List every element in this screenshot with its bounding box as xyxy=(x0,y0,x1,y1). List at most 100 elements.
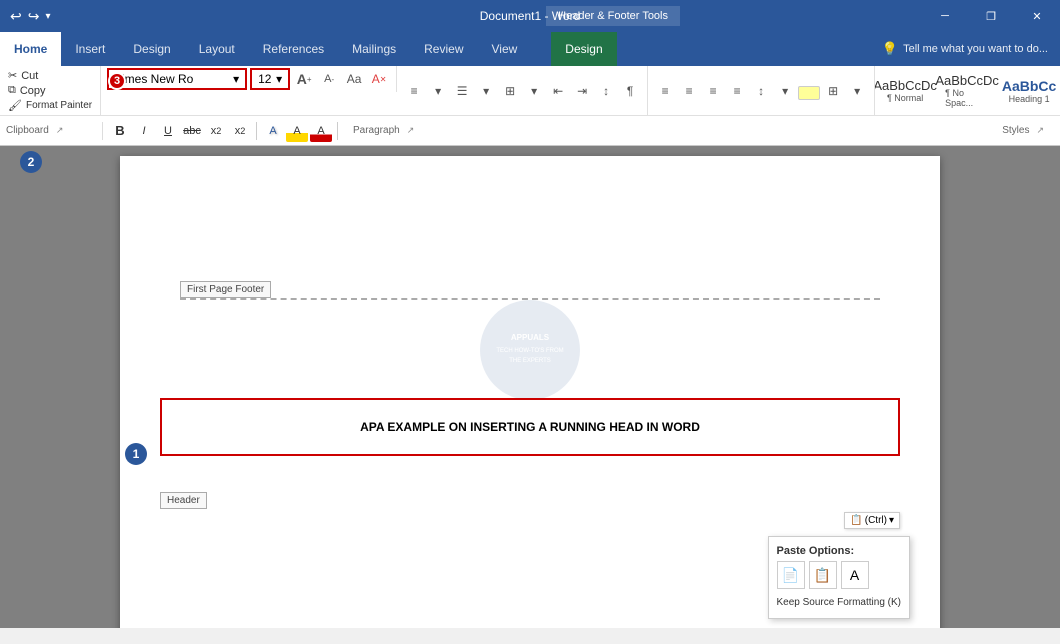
header-highlight-box[interactable]: APA EXAMPLE ON INSERTING A RUNNING HEAD … xyxy=(160,398,900,456)
keep-source-formatting-icon-btn[interactable]: 📄 xyxy=(777,561,805,589)
font-shrink-button[interactable]: A- xyxy=(318,68,340,90)
undo-icon[interactable]: ↩ xyxy=(10,8,22,25)
underline-button[interactable]: U xyxy=(157,120,179,142)
font-size-arrow[interactable]: ▾ xyxy=(276,72,282,86)
subscript-button[interactable]: x2 xyxy=(205,120,227,142)
tab-layout[interactable]: Layout xyxy=(185,32,249,66)
font-grow-button[interactable]: A+ xyxy=(293,68,315,90)
page-body-top xyxy=(180,196,880,256)
tab-design[interactable]: Design xyxy=(119,32,184,66)
merge-formatting-icon-btn[interactable]: 📋 xyxy=(809,561,837,589)
header-section: 1 APA EXAMPLE ON INSERTING A RUNNING HEA… xyxy=(160,398,900,509)
font-dropdown-arrow[interactable]: ▾ xyxy=(233,72,239,86)
strikethrough-button[interactable]: abc xyxy=(181,120,203,142)
header-footer-tools-label: Header & Footer Tools xyxy=(546,6,680,26)
clipboard-expand-icon[interactable]: ↗ xyxy=(56,125,64,136)
style-normal[interactable]: AaBbCcDc ¶ Normal xyxy=(875,76,935,105)
shading-button[interactable] xyxy=(798,86,820,100)
tab-design-contextual[interactable]: Design xyxy=(551,32,616,66)
clear-formatting-button[interactable]: A✕ xyxy=(368,68,390,90)
redo-icon[interactable]: ↪ xyxy=(28,8,40,25)
paste-options-label: Paste Options: xyxy=(777,545,902,557)
text-effects-button[interactable]: A xyxy=(262,120,284,142)
decrease-indent-button[interactable]: ⇤ xyxy=(547,80,569,102)
tab-review[interactable]: Review xyxy=(410,32,477,66)
bullets-button[interactable]: ≡ xyxy=(403,80,425,102)
tell-me-bar[interactable]: 💡 Tell me what you want to do... xyxy=(870,32,1060,66)
footer-area[interactable]: APPUALS TECH HOW-TO'S FROM THE EXPERTS xyxy=(180,298,880,378)
document-page: First Page Footer APPUALS TECH HOW-TO'S … xyxy=(120,156,940,628)
format-painter-button[interactable]: 🖌 Format Painter xyxy=(6,98,94,113)
keep-text-only-icon-btn[interactable]: A xyxy=(841,561,869,589)
line-spacing-button[interactable]: ↕ xyxy=(750,80,772,102)
superscript-button[interactable]: x2 xyxy=(229,120,251,142)
tab-references[interactable]: References xyxy=(249,32,338,66)
bold-button[interactable]: B xyxy=(109,120,131,142)
keep-source-formatting-option[interactable]: Keep Source Formatting (K) xyxy=(777,595,902,610)
border-button[interactable]: ⊞ xyxy=(822,80,844,102)
clipboard-section: ✂ Cut ⧉ Copy 🖌 Format Painter xyxy=(0,66,101,115)
highlight-color-button[interactable]: A xyxy=(286,120,308,142)
cut-button[interactable]: ✂ Cut xyxy=(6,68,94,83)
header-text: APA EXAMPLE ON INSERTING A RUNNING HEAD … xyxy=(202,420,858,434)
clipboard-section-label: Clipboard xyxy=(6,125,49,136)
style-no-spacing[interactable]: AaBbCcDc ¶ No Spac... xyxy=(937,71,997,110)
bullets-dropdown[interactable]: ▾ xyxy=(427,80,449,102)
italic-button[interactable]: I xyxy=(133,120,155,142)
multilevel-dropdown[interactable]: ▾ xyxy=(523,80,545,102)
header-label: Header xyxy=(160,492,207,509)
copy-icon: ⧉ xyxy=(8,84,16,97)
clipboard-label-area: Clipboard ↗ xyxy=(6,125,96,136)
format-separator xyxy=(256,122,257,140)
minimize-button[interactable]: ─ xyxy=(922,0,968,32)
multilevel-button[interactable]: ⊞ xyxy=(499,80,521,102)
paragraph-expand-icon[interactable]: ↗ xyxy=(407,125,415,136)
paste-ctrl-arrow: ▾ xyxy=(889,515,894,526)
font-size-dropdown[interactable]: 12 ▾ xyxy=(250,68,290,90)
style-no-spacing-label: ¶ No Spac... xyxy=(945,88,989,108)
paste-ctrl-label: (Ctrl) xyxy=(865,515,887,526)
style-heading1[interactable]: AaBbCc Heading 1 xyxy=(999,76,1059,106)
numbering-dropdown[interactable]: ▾ xyxy=(475,80,497,102)
align-left-button[interactable]: ≡ xyxy=(654,80,676,102)
cut-icon: ✂ xyxy=(8,69,17,82)
align-justify-button[interactable]: ≡ xyxy=(726,80,748,102)
style-no-spacing-preview: AaBbCcDc xyxy=(935,73,999,88)
customize-icon[interactable]: ▾ xyxy=(45,11,50,22)
tell-me-text[interactable]: Tell me what you want to do... xyxy=(903,43,1048,55)
font-color-button[interactable]: A xyxy=(310,120,332,142)
close-button[interactable]: ✕ xyxy=(1014,0,1060,32)
search-icon: 💡 xyxy=(882,41,898,57)
align-center-button[interactable]: ≡ xyxy=(678,80,700,102)
window-controls[interactable]: ─ ❐ ✕ xyxy=(922,0,1060,32)
tab-mailings[interactable]: Mailings xyxy=(338,32,410,66)
format-separator-2 xyxy=(337,122,338,140)
styles-label-area: Styles ↗ xyxy=(1002,125,1044,136)
sort-button[interactable]: ↕ xyxy=(595,80,617,102)
footer-section: First Page Footer APPUALS TECH HOW-TO'S … xyxy=(180,276,880,378)
align-right-button[interactable]: ≡ xyxy=(702,80,724,102)
styles-expand-icon[interactable]: ↗ xyxy=(1036,125,1044,136)
style-h1-label: Heading 1 xyxy=(1009,94,1050,104)
paste-options-popup: Paste Options: 📄 📋 A Keep Source Formatt… xyxy=(768,536,911,619)
quick-access-toolbar[interactable]: ↩ ↪ ▾ xyxy=(10,8,51,25)
show-paragraph-button[interactable]: ¶ xyxy=(619,80,641,102)
tab-home[interactable]: Home xyxy=(0,32,61,66)
tab-view[interactable]: View xyxy=(478,32,532,66)
line-spacing-dropdown[interactable]: ▾ xyxy=(774,80,796,102)
copy-button[interactable]: ⧉ Copy xyxy=(6,83,94,98)
badge-1: 1 xyxy=(125,443,147,465)
numbering-button[interactable]: ☰ xyxy=(451,80,473,102)
font-name-dropdown[interactable]: Times New Ro ▾ xyxy=(107,68,247,90)
font-name-value: Times New Ro xyxy=(115,72,231,86)
restore-button[interactable]: ❐ xyxy=(968,0,1014,32)
border-dropdown[interactable]: ▾ xyxy=(846,80,868,102)
svg-text:TECH HOW-TO'S FROM: TECH HOW-TO'S FROM xyxy=(496,348,563,354)
paste-ctrl-button[interactable]: 📋 (Ctrl) ▾ xyxy=(844,512,900,529)
increase-indent-button[interactable]: ⇥ xyxy=(571,80,593,102)
change-case-button[interactable]: Aa xyxy=(343,68,365,90)
svg-text:APPUALS: APPUALS xyxy=(511,333,550,342)
tab-insert[interactable]: Insert xyxy=(61,32,119,66)
paragraph-section-label: Paragraph xyxy=(353,125,400,136)
ribbon: Home Insert Design Layout References Mai… xyxy=(0,32,1060,146)
